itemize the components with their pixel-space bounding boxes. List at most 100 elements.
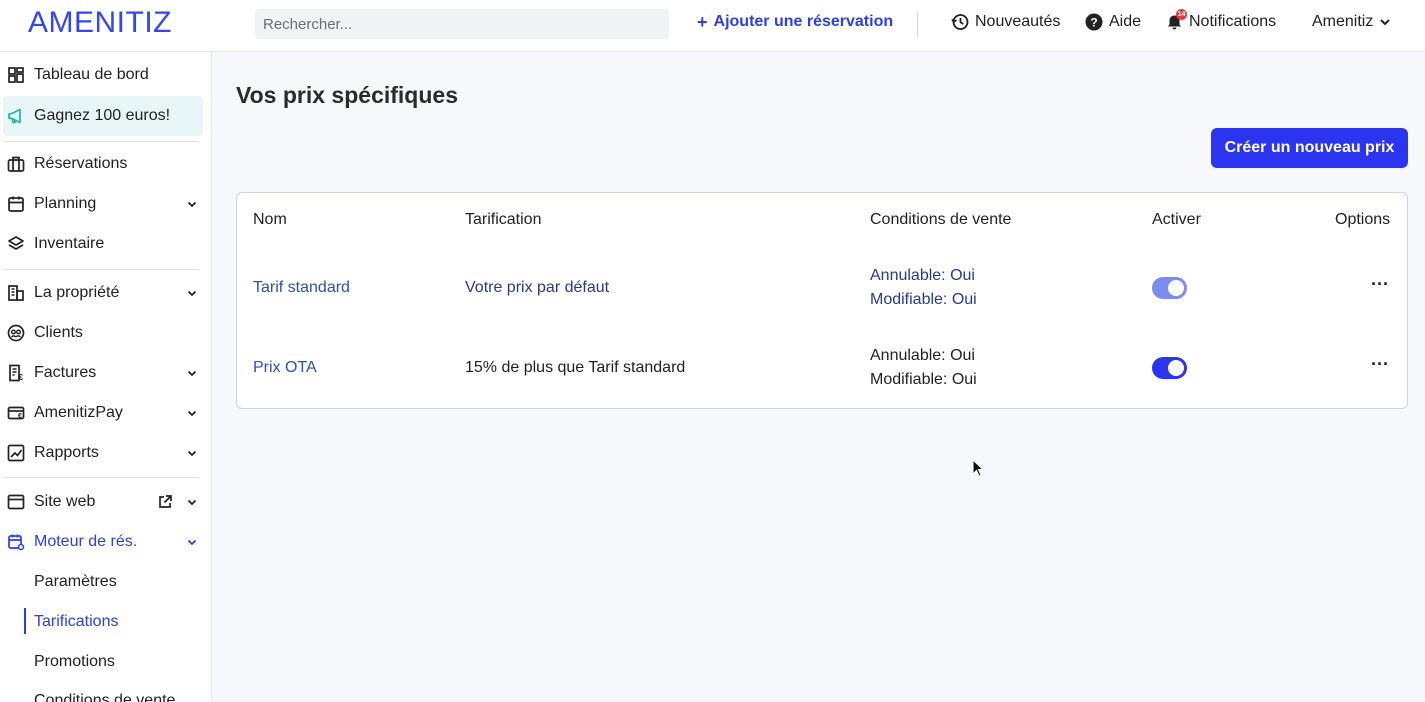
notifications-label: Notifications (1189, 13, 1277, 30)
sidebar-item-label: Inventaire (34, 235, 105, 252)
column-header-conditions: Conditions de vente (870, 211, 1012, 228)
sidebar-item-dashboard[interactable]: Tableau de bord (0, 55, 211, 95)
activate-toggle[interactable] (1152, 357, 1187, 379)
sidebar-item-label: Site web (34, 493, 96, 510)
chart-icon (7, 444, 25, 462)
page-title: Vos prix spécifiques (236, 82, 458, 108)
calendar-settings-icon (8, 534, 25, 551)
header-divider (917, 11, 918, 38)
toggle-knob (1168, 280, 1184, 296)
column-header-pricing: Tarification (465, 211, 542, 228)
toggle-knob (1168, 360, 1184, 376)
news-button[interactable]: Nouveautés (951, 13, 1060, 31)
history-icon (951, 14, 969, 30)
chevron-down-icon (187, 290, 197, 297)
pricing-description: Votre prix par défaut (465, 279, 610, 296)
sidebar-item-label: La propriété (34, 284, 120, 301)
chevron-down-icon (1380, 19, 1391, 26)
sidebar-item-label: Réservations (34, 155, 128, 172)
sidebar-item-invoices[interactable]: € Factures (0, 353, 211, 393)
amenitiz-logo[interactable]: AMENITIZ (28, 6, 172, 40)
sidebar-item-booking-engine[interactable]: Moteur de rés. (0, 522, 211, 562)
column-header-options: Options (1335, 211, 1391, 228)
sidebar-item-property[interactable]: La propriété (0, 273, 211, 313)
sidebar-item-inventory[interactable]: Inventaire (0, 224, 211, 264)
sidebar-item-label: Rapports (34, 444, 99, 461)
mouse-cursor-icon (972, 459, 984, 477)
sidebar-subitem-settings[interactable]: Paramètres (34, 573, 117, 591)
sidebar-item-label: Moteur de rés. (34, 533, 138, 550)
plus-icon: + (697, 12, 708, 32)
price-name-link[interactable]: Prix OTA (253, 359, 317, 377)
condition-cancellable: Annulable: Oui (870, 267, 975, 284)
condition-modifiable: Modifiable: Oui (870, 371, 977, 388)
sidebar-item-referral[interactable]: Gagnez 100 euros! (3, 96, 203, 136)
chevron-down-icon (187, 370, 197, 377)
chevron-down-icon (187, 539, 197, 546)
svg-text:€: € (19, 373, 24, 382)
sidebar-item-clients[interactable]: Clients (0, 313, 211, 353)
create-price-button[interactable]: Créer un nouveau prix (1211, 128, 1408, 168)
layers-icon (8, 236, 24, 250)
account-label: Amenitiz (1312, 13, 1374, 30)
sidebar-item-label: Tableau de bord (34, 66, 149, 83)
sidebar-subitem-sales-conditions[interactable]: Conditions de vente (34, 692, 175, 702)
chevron-down-icon (187, 450, 197, 457)
help-icon: ? (1085, 13, 1103, 31)
sidebar-item-label: AmenitizPay (34, 404, 123, 421)
chevron-down-icon (187, 201, 197, 208)
calendar-icon (8, 196, 24, 212)
top-bar: AMENITIZ + Ajouter une réservation Nouve… (0, 0, 1425, 52)
building-icon (8, 285, 24, 301)
svg-text:?: ? (1090, 16, 1097, 30)
sidebar-item-reports[interactable]: Rapports (0, 433, 211, 473)
help-button[interactable]: ? Aide (1085, 13, 1141, 31)
help-label: Aide (1109, 13, 1142, 30)
column-header-name: Nom (253, 211, 287, 228)
sidebar-item-label: Factures (34, 364, 97, 381)
sidebar-subitem-pricing[interactable]: Tarifications (34, 613, 118, 631)
notifications-button[interactable]: 14 Notifications (1166, 8, 1277, 31)
options-menu-icon[interactable]: ··· (1371, 355, 1389, 373)
browser-icon (7, 494, 25, 510)
main-content: Vos prix spécifiques Créer un nouveau pr… (212, 52, 1425, 702)
chevron-down-icon (187, 499, 197, 506)
clients-icon (7, 324, 25, 342)
sidebar-divider (4, 141, 199, 142)
add-reservation-button[interactable]: + Ajouter une réservation (697, 13, 893, 31)
condition-modifiable: Modifiable: Oui (870, 291, 977, 308)
sidebar-item-reservations[interactable]: Réservations (0, 144, 211, 184)
card-icon: € (7, 406, 25, 420)
sidebar-item-label: Planning (34, 195, 97, 212)
news-label: Nouveautés (975, 13, 1061, 30)
active-indicator (24, 608, 26, 634)
svg-text:€: € (18, 413, 22, 420)
activate-toggle[interactable] (1152, 277, 1187, 299)
notification-badge: 14 (1176, 8, 1187, 20)
pricing-description: 15% de plus que Tarif standard (465, 359, 686, 376)
sidebar-subitem-promotions[interactable]: Promotions (34, 653, 115, 671)
megaphone-icon (8, 108, 21, 124)
column-header-activate: Activer (1152, 211, 1201, 228)
condition-cancellable: Annulable: Oui (870, 347, 975, 364)
sidebar-divider (4, 269, 199, 270)
options-menu-icon[interactable]: ··· (1371, 275, 1389, 293)
invoice-icon: € (9, 364, 24, 382)
price-name-link[interactable]: Tarif standard (253, 279, 350, 297)
bell-icon: 14 (1166, 8, 1187, 31)
sidebar: Tableau de bord Gagnez 100 euros! Réserv… (0, 52, 212, 702)
sidebar-item-website[interactable]: Site web (0, 482, 211, 522)
dashboard-icon (8, 67, 24, 83)
sidebar-item-amenitizpay[interactable]: € AmenitizPay (0, 393, 211, 433)
search-input[interactable] (255, 9, 669, 39)
account-menu[interactable]: Amenitiz (1312, 13, 1391, 31)
sidebar-item-planning[interactable]: Planning (0, 184, 211, 224)
briefcase-icon (7, 156, 25, 172)
prices-table: Nom Tarification Conditions de vente Act… (236, 192, 1408, 409)
external-link-icon[interactable] (157, 494, 173, 510)
chevron-down-icon (187, 410, 197, 417)
add-reservation-label: Ajouter une réservation (713, 13, 894, 30)
sidebar-divider (4, 477, 199, 478)
sidebar-item-label: Clients (34, 324, 83, 341)
sidebar-item-label: Gagnez 100 euros! (34, 107, 171, 124)
